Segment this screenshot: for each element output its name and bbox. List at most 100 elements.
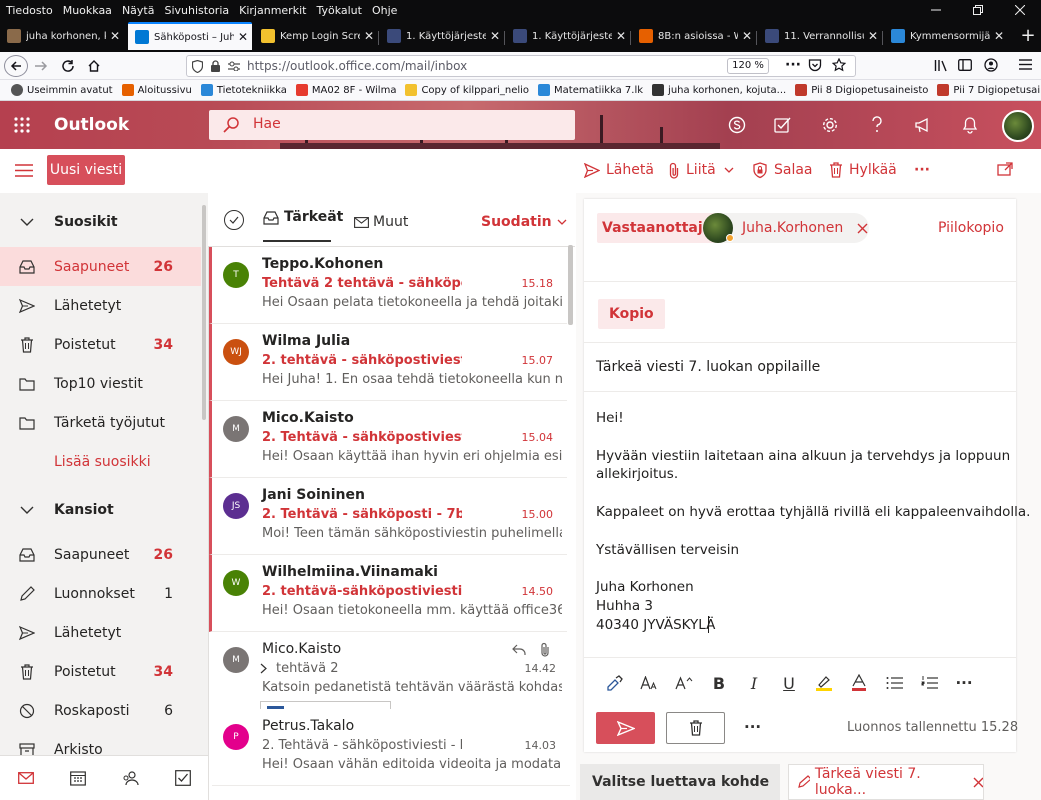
folder-group-header[interactable]: Suosikit [0, 202, 201, 241]
remove-recipient-icon[interactable] [857, 223, 868, 234]
more-commands-button[interactable]: ··· [914, 160, 930, 180]
shield-icon[interactable] [192, 60, 203, 73]
home-icon[interactable] [87, 59, 101, 73]
browser-tab[interactable]: juha korhonen, ko✕ [0, 22, 124, 50]
draft-tab[interactable]: Tärkeä viesti 7. luoka... [788, 764, 984, 800]
notifications-bell-icon[interactable] [957, 112, 983, 138]
menu-tools[interactable]: Työkalut [311, 4, 367, 17]
message-row[interactable]: JS Jani Soininen 2. Tehtävä - sähköposti -… [209, 478, 567, 555]
add-favorite-link[interactable]: Lisää suosikki [0, 442, 201, 481]
app-launcher-icon[interactable] [13, 116, 31, 134]
message-row[interactable]: W Wilhelmiina.Viinamaki 2. tehtävä-sähköpo… [209, 555, 567, 632]
browser-tab[interactable]: 1. Käyttöjärjestelm✕ [380, 22, 504, 50]
folder-item[interactable]: Saapuneet 26 [0, 535, 201, 574]
tab-close-icon[interactable]: ✕ [864, 29, 882, 43]
library-icon[interactable] [934, 59, 948, 72]
back-button[interactable] [4, 55, 28, 77]
todo-icon[interactable] [770, 112, 796, 138]
format-painter-icon[interactable] [605, 674, 625, 692]
user-avatar[interactable] [1002, 110, 1034, 142]
discard-button[interactable] [666, 712, 725, 744]
lock-icon[interactable] [210, 60, 221, 72]
font-size-icon[interactable] [639, 674, 659, 692]
hamburger-nav-icon[interactable] [15, 164, 33, 177]
highlight-icon[interactable] [814, 674, 834, 692]
sidebar-icon[interactable] [958, 59, 972, 71]
menu-bookmarks[interactable]: Kirjanmerkit [234, 4, 311, 17]
underline-icon[interactable]: U [779, 674, 799, 693]
folder-item[interactable]: Tärketä työjutut [0, 403, 201, 442]
font-color-icon[interactable] [849, 674, 869, 692]
feedback-megaphone-icon[interactable] [910, 112, 936, 138]
subject-field[interactable]: Tärkeä viesti 7. luokan oppilaille [596, 359, 820, 375]
folder-item[interactable]: Top10 viestit [0, 364, 201, 403]
tab-close-icon[interactable]: ✕ [612, 29, 630, 43]
folder-item[interactable]: Luonnokset 1 [0, 574, 201, 613]
menu-file[interactable]: Tiedosto [0, 4, 58, 17]
folder-group-header[interactable]: Kansiot [0, 490, 201, 529]
discard-command[interactable]: Hylkää [829, 160, 897, 180]
folder-pane-scrollbar[interactable] [202, 205, 206, 420]
outlook-brand[interactable]: Outlook [54, 115, 129, 135]
tasks-icon[interactable] [172, 768, 194, 788]
search-box[interactable]: Hae [209, 110, 575, 140]
browser-tab[interactable]: 11. Verrannollisuu✕ [758, 22, 882, 50]
close-draft-icon[interactable] [973, 777, 983, 788]
tab-close-icon[interactable]: ✕ [990, 29, 1008, 43]
folder-item[interactable]: Saapuneet 26 [0, 247, 201, 286]
cc-button[interactable]: Kopio [598, 299, 665, 329]
zoom-indicator[interactable]: 120 % [727, 58, 769, 74]
more-formatting-button[interactable]: ··· [954, 674, 974, 692]
help-icon[interactable] [864, 112, 890, 138]
account-icon[interactable] [984, 58, 998, 72]
calendar-icon[interactable] [67, 768, 89, 788]
forward-arrow-icon[interactable] [34, 59, 48, 73]
filter-button[interactable]: Suodatin [481, 214, 567, 230]
recipient-chip[interactable]: Juha.Korhonen [703, 213, 869, 243]
message-row[interactable]: M Mico.Kaisto 2. Tehtävä - sähköpostiviest… [209, 401, 567, 478]
bookmark-item[interactable]: Useimmin avatut [11, 84, 113, 96]
menu-edit[interactable]: Muokkaa [58, 4, 117, 17]
settings-gear-icon[interactable] [817, 112, 843, 138]
folder-item[interactable]: Arkisto [0, 730, 201, 755]
bookmark-item[interactable]: Pii 7 Digiopetusaineisto [937, 84, 1041, 96]
more-options-button[interactable]: ··· [744, 718, 761, 736]
menu-view[interactable]: Näytä [117, 4, 160, 17]
menu-history[interactable]: Sivuhistoria [159, 4, 234, 17]
browser-tab[interactable]: Kemp Login Scre ✕ [254, 22, 378, 50]
send-button[interactable] [596, 712, 655, 744]
select-item-tab[interactable]: Valitse luettava kohde [580, 764, 780, 800]
folder-item[interactable]: Lähetetyt [0, 613, 201, 652]
bookmark-item[interactable]: Copy of kilppari_nelio [405, 84, 529, 96]
menu-help[interactable]: Ohje [367, 4, 402, 17]
expand-chevron-icon[interactable] [260, 663, 268, 674]
tab-other[interactable]: Muut [354, 214, 408, 230]
hamburger-menu-icon[interactable] [1019, 59, 1032, 70]
message-row[interactable]: WJ Wilma Julia 2. tehtävä - sähköpostivies… [209, 324, 567, 401]
bold-icon[interactable]: B [709, 674, 729, 693]
skype-icon[interactable] [724, 112, 750, 138]
reply-icon[interactable] [512, 644, 526, 656]
minimize-icon[interactable] [915, 0, 957, 20]
italic-icon[interactable]: I [744, 674, 764, 693]
folder-item[interactable]: Poistetut 34 [0, 325, 201, 364]
browser-tab[interactable]: Sähköposti – Juha ✕ [128, 22, 252, 50]
bcc-button[interactable]: Piilokopio [938, 220, 1004, 236]
mail-icon[interactable] [15, 768, 37, 788]
tab-close-icon[interactable]: ✕ [234, 30, 252, 44]
folder-item[interactable]: Poistetut 34 [0, 652, 201, 691]
page-actions-button[interactable]: ··· [785, 57, 801, 73]
new-message-button[interactable]: Uusi viesti [47, 155, 125, 185]
message-row[interactable]: T Teppo.Kohonen Tehtävä 2 tehtävä - sähköp… [209, 247, 567, 324]
restore-icon[interactable] [957, 0, 999, 20]
bookmark-item[interactable]: Tietotekniikka [200, 84, 287, 96]
bullets-icon[interactable] [885, 674, 905, 692]
bookmark-star-icon[interactable] [832, 58, 846, 72]
bookmark-item[interactable]: Aloitussivu [121, 84, 192, 96]
tab-close-icon[interactable]: ✕ [486, 29, 504, 43]
browser-tab[interactable]: 8B:n asioissa - Wi ✕ [632, 22, 756, 50]
to-button[interactable]: Vastaanottaja [597, 213, 718, 243]
send-command[interactable]: Lähetä [584, 160, 654, 180]
browser-tab[interactable]: 1. Käyttöjärjestelm✕ [506, 22, 630, 50]
tab-close-icon[interactable]: ✕ [738, 29, 756, 43]
